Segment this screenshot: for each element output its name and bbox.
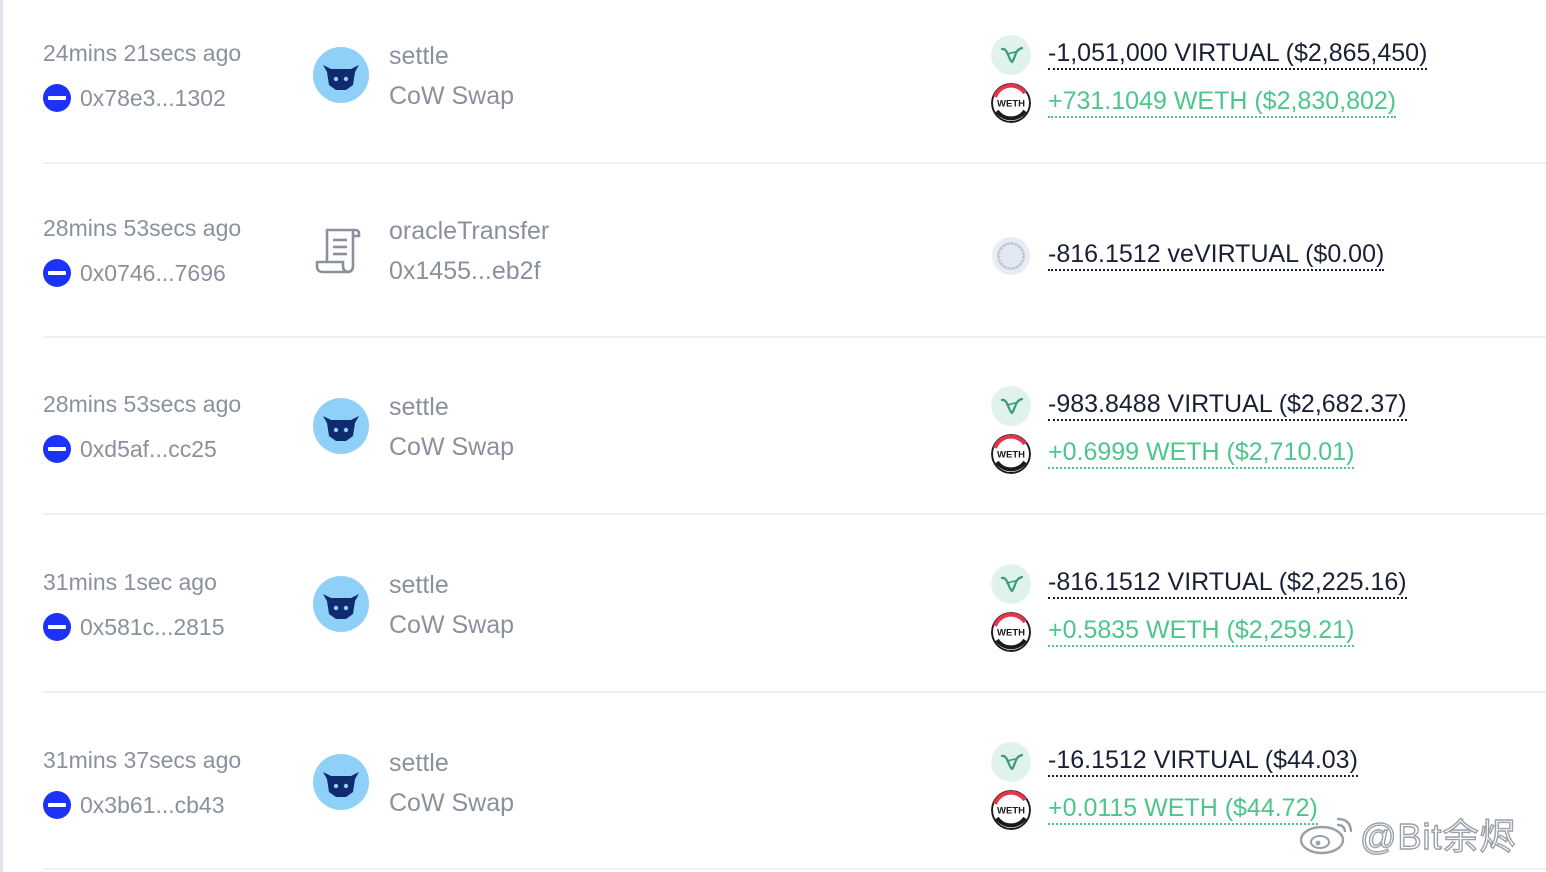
cow-icon[interactable] <box>313 754 369 810</box>
virtual-token-icon <box>991 564 1031 604</box>
tx-time[interactable]: 28mins 53secs ago <box>43 391 241 418</box>
row-divider <box>43 868 1546 870</box>
tx-time[interactable]: 28mins 53secs ago <box>43 215 241 242</box>
address-avatar-icon <box>43 791 71 819</box>
weibo-watermark: @Bit余烬 <box>1296 808 1517 860</box>
left-border <box>0 0 3 872</box>
contract-scroll-icon <box>315 228 361 274</box>
tx-contract-address[interactable]: 0x1455...eb2f <box>389 257 541 286</box>
from-address[interactable]: 0xd5af...cc25 <box>80 436 217 463</box>
transfer-amount-in[interactable]: +0.0115 WETH ($44.72) <box>1048 793 1318 825</box>
tx-from[interactable]: 0x581c...2815 <box>43 613 225 641</box>
tx-time[interactable]: 31mins 1sec ago <box>43 569 217 596</box>
address-avatar-icon <box>43 84 71 112</box>
tx-protocol[interactable]: CoW Swap <box>389 611 514 640</box>
row-divider <box>43 162 1546 164</box>
tx-from[interactable]: 0x78e3...1302 <box>43 84 226 112</box>
tx-method: settle <box>389 571 449 599</box>
transfer-amount-in[interactable]: +0.5835 WETH ($2,259.21) <box>1048 615 1355 647</box>
transfer-amount-out[interactable]: -983.8488 VIRTUAL ($2,682.37) <box>1048 389 1407 421</box>
tx-method: settle <box>389 749 449 777</box>
transfer-amount-in[interactable]: +731.1049 WETH ($2,830,802) <box>1048 86 1397 118</box>
weth-token-icon: WETH <box>991 83 1031 123</box>
from-address[interactable]: 0x581c...2815 <box>80 614 225 641</box>
cow-icon[interactable] <box>313 576 369 632</box>
weth-token-icon: WETH <box>991 434 1031 474</box>
svg-text:WETH: WETH <box>997 99 1025 110</box>
from-address[interactable]: 0x0746...7696 <box>80 260 226 287</box>
tx-time[interactable]: 31mins 37secs ago <box>43 747 241 774</box>
virtual-token-icon <box>991 386 1031 426</box>
cow-icon[interactable] <box>313 47 369 103</box>
tx-from[interactable]: 0x0746...7696 <box>43 259 226 287</box>
weth-token-icon: WETH <box>991 612 1031 652</box>
tx-method: oracleTransfer <box>389 217 550 245</box>
tx-time[interactable]: 24mins 21secs ago <box>43 40 241 67</box>
weibo-logo-icon <box>1299 817 1353 855</box>
address-avatar-icon <box>43 435 71 463</box>
row-divider <box>43 336 1546 338</box>
transfer-amount-in[interactable]: +0.6999 WETH ($2,710.01) <box>1048 437 1355 469</box>
transfer-amount-out[interactable]: -1,051,000 VIRTUAL ($2,865,450) <box>1048 38 1428 70</box>
transfer-amount-out[interactable]: -816.1512 VIRTUAL ($2,225.16) <box>1048 567 1407 599</box>
tx-protocol[interactable]: CoW Swap <box>389 789 514 818</box>
cow-icon[interactable] <box>313 398 369 454</box>
svg-text:WETH: WETH <box>997 628 1025 639</box>
address-avatar-icon <box>43 613 71 641</box>
address-avatar-icon <box>43 259 71 287</box>
transfer-amount-out[interactable]: -816.1512 veVIRTUAL ($0.00) <box>1048 239 1385 271</box>
tx-protocol[interactable]: CoW Swap <box>389 82 514 111</box>
from-address[interactable]: 0x78e3...1302 <box>80 85 226 112</box>
virtual-token-icon <box>991 35 1031 75</box>
tx-from[interactable]: 0x3b61...cb43 <box>43 791 225 819</box>
vevirtual-token-icon <box>992 237 1030 275</box>
svg-text:WETH: WETH <box>997 450 1025 461</box>
watermark-text: @Bit余烬 <box>1359 815 1517 857</box>
from-address[interactable]: 0x3b61...cb43 <box>80 792 225 819</box>
weth-token-icon: WETH <box>991 790 1031 830</box>
row-divider <box>43 513 1546 515</box>
transfer-amount-out[interactable]: -16.1512 VIRTUAL ($44.03) <box>1048 745 1358 777</box>
tx-from[interactable]: 0xd5af...cc25 <box>43 435 217 463</box>
svg-text:WETH: WETH <box>997 806 1025 817</box>
virtual-token-icon <box>991 742 1031 782</box>
tx-method: settle <box>389 42 449 70</box>
tx-protocol[interactable]: CoW Swap <box>389 433 514 462</box>
row-divider <box>43 691 1546 693</box>
tx-method: settle <box>389 393 449 421</box>
